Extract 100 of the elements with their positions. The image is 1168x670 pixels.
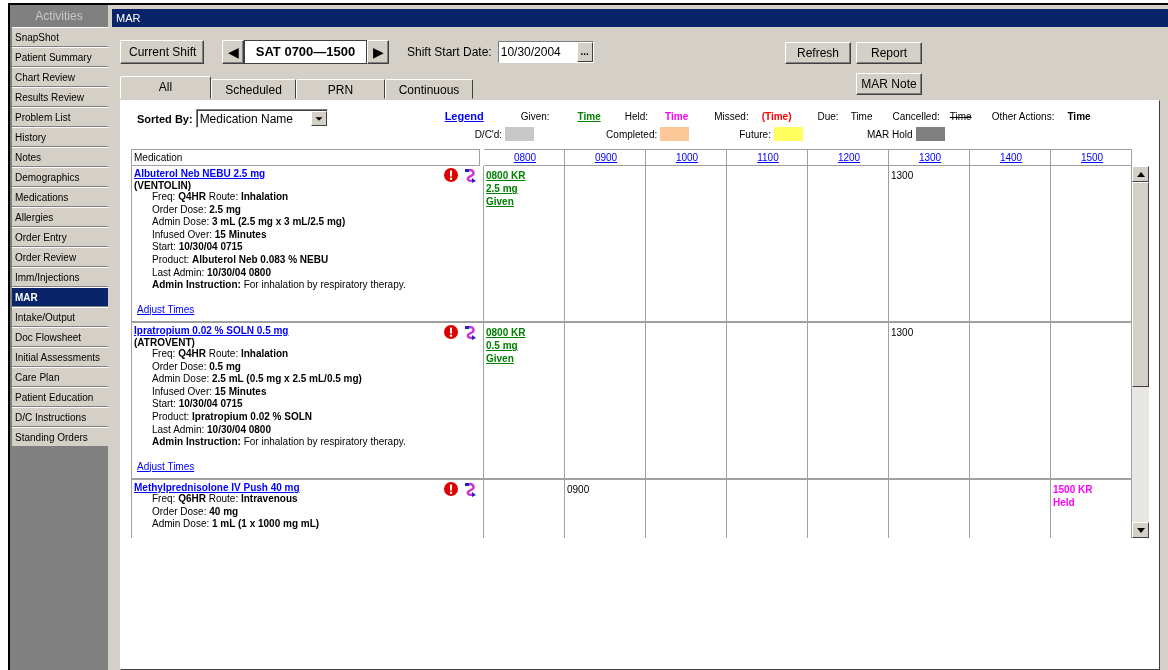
sidebar-item[interactable]: MAR — [12, 287, 108, 307]
tab[interactable]: Scheduled — [211, 79, 296, 99]
note-button[interactable]: MAR Note — [856, 73, 922, 95]
dose-entry[interactable]: 0.5 mg — [486, 339, 518, 352]
sidebar-item[interactable]: Notes — [12, 147, 108, 167]
sidebar-item[interactable]: Imm/Injections — [12, 267, 108, 287]
detail-line: Admin Instruction: For inhalation by respiratory therapy. — [152, 279, 407, 292]
detail-line: Freq: Q6HR Route: Intravenous — [152, 493, 299, 506]
dose-entry: 1500 KR — [1053, 483, 1093, 496]
adjust-times-link[interactable]: Adjust Times — [137, 303, 195, 315]
legend-sample: Time — [577, 110, 601, 122]
medication-link[interactable]: Ipratropium 0.02 % SOLN 0.5 mg — [134, 325, 289, 336]
detail-line: Freq: Q4HR Route: Inhalation — [152, 191, 290, 204]
legend-label: Other Actions: — [991, 110, 1055, 122]
column-header: Medication — [131, 149, 480, 166]
sort-dropdown[interactable]: Medication Name — [195, 109, 328, 128]
next-shift-button[interactable]: ▶ — [367, 40, 389, 64]
tab[interactable]: PRN — [296, 79, 385, 99]
shift-field: SAT 0700—1500 — [244, 40, 367, 64]
sidebar-item[interactable]: SnapShot — [12, 27, 108, 47]
sidebar-item[interactable]: Doc Flowsheet — [12, 327, 108, 347]
detail-line: Product: Ipratropium 0.02 % SOLN — [152, 410, 314, 424]
sidebar-item[interactable]: History — [12, 127, 108, 147]
sidebar-item[interactable]: Intake/Output — [12, 307, 108, 327]
window-title: MAR — [112, 9, 1168, 27]
detail-line: Admin Instruction: For inhalation by respiratory therapy. — [152, 436, 407, 449]
start-date-field[interactable]: 10/30/2004 ... — [497, 41, 594, 63]
legend-label: Future: — [739, 128, 771, 140]
legend-sample: Time — [1067, 110, 1091, 122]
tab[interactable]: All — [120, 76, 211, 99]
time-header-link[interactable]: 1300 — [918, 152, 942, 163]
report-button[interactable]: Report — [856, 42, 922, 64]
medication-link[interactable]: Methylprednisolone IV Push 40 mg — [134, 482, 300, 493]
alert-icon — [444, 482, 458, 496]
time-header-link[interactable]: 1400 — [999, 152, 1023, 163]
legend-label: Completed: — [606, 128, 658, 140]
legend-label: Due: — [817, 110, 839, 122]
sidebar-item[interactable]: Results Review — [12, 87, 108, 107]
dose-entry: 1300 — [891, 326, 914, 339]
sidebar-item[interactable]: D/C Instructions — [12, 407, 108, 427]
refresh-button[interactable]: Refresh — [785, 42, 851, 64]
sidebar-item[interactable]: Medications — [12, 187, 108, 207]
legend-label: Missed: — [714, 110, 749, 122]
detail-line: Product: Albuterol Neb 0.083 % NEBU — [152, 253, 330, 267]
start-date-label: Shift Start Date: — [407, 45, 492, 59]
tab[interactable]: Continuous — [385, 79, 473, 99]
current-shift-button[interactable]: Current Shift — [120, 40, 204, 64]
medication-link[interactable]: Albuterol Neb NEBU 2.5 mg — [134, 168, 266, 179]
dose-entry: Held — [1053, 496, 1075, 509]
detail-line: Order Dose: 0.5 mg — [152, 360, 242, 374]
sidebar-header: Activities — [34, 8, 84, 25]
sidebar-item[interactable]: Patient Education — [12, 387, 108, 407]
down-arrow-icon[interactable] — [1136, 527, 1145, 533]
detail-line: Freq: Q4HR Route: Inhalation — [152, 348, 290, 361]
loop-arrow-icon — [464, 168, 477, 183]
sidebar-item[interactable]: Allergies — [12, 207, 108, 227]
adjust-times-link[interactable]: Adjust Times — [137, 460, 195, 472]
scrollbar[interactable] — [1132, 166, 1149, 538]
dose-entry[interactable]: 0800 KR — [486, 326, 526, 339]
sidebar-item[interactable]: Patient Summary — [12, 47, 108, 67]
detail-line: Infused Over: 15 Minutes — [152, 385, 268, 399]
time-header-link[interactable]: 0800 — [513, 152, 537, 163]
time-header-link[interactable]: 0900 — [594, 152, 618, 163]
sidebar-item[interactable]: Order Entry — [12, 227, 108, 247]
legend-sample: Time — [850, 110, 873, 122]
alert-icon — [444, 168, 458, 182]
legend-label: Given: — [520, 110, 550, 122]
loop-arrow-icon — [464, 325, 477, 340]
detail-line: Last Admin: 10/30/04 0800 — [152, 266, 272, 280]
dose-entry[interactable]: Given — [486, 352, 514, 365]
time-header-link[interactable]: 1100 — [757, 152, 779, 163]
time-header-link[interactable]: 1500 — [1080, 152, 1104, 163]
sidebar-item[interactable]: Initial Assessments — [12, 347, 108, 367]
legend-sample: (Time) — [761, 110, 792, 122]
time-header-link[interactable]: 1000 — [675, 152, 699, 163]
legend-sample: Time — [665, 110, 689, 122]
sidebar-item[interactable]: Problem List — [12, 107, 108, 127]
detail-line: Admin Dose: 1 mL (1 x 1000 mg mL) — [152, 518, 321, 531]
legend-label: Held: — [624, 110, 649, 122]
dose-entry[interactable]: 0800 KR — [486, 169, 526, 182]
previous-shift-button[interactable]: ◀ — [222, 40, 244, 64]
detail-line: Admin Dose: 2.5 mL (0.5 mg x 2.5 mL/0.5 mg) — [152, 373, 363, 386]
dose-entry[interactable]: Given — [486, 195, 514, 208]
sidebar-item[interactable]: Chart Review — [12, 67, 108, 87]
sidebar-item[interactable]: Demographics — [12, 167, 108, 187]
time-header-link[interactable]: 1200 — [837, 152, 861, 163]
dose-entry[interactable]: 2.5 mg — [486, 182, 518, 195]
dose-entry: 1300 — [891, 169, 914, 182]
detail-line: Last Admin: 10/30/04 0800 — [152, 423, 272, 437]
up-arrow-icon[interactable] — [1136, 171, 1145, 177]
sidebar-item[interactable]: Standing Orders — [12, 427, 108, 447]
brand-name: (VENTOLIN) — [134, 180, 192, 191]
detail-line: Order Dose: 2.5 mg — [152, 203, 242, 217]
alert-icon — [444, 325, 458, 339]
legend-label: D/C'd: — [474, 128, 503, 140]
detail-line: Start: 10/30/04 0715 — [152, 398, 244, 411]
detail-line: Order Dose: 40 mg — [152, 505, 240, 519]
legend-link[interactable]: Legend — [444, 110, 521, 122]
sidebar-item[interactable]: Care Plan — [12, 367, 108, 387]
sidebar-item[interactable]: Order Review — [12, 247, 108, 267]
